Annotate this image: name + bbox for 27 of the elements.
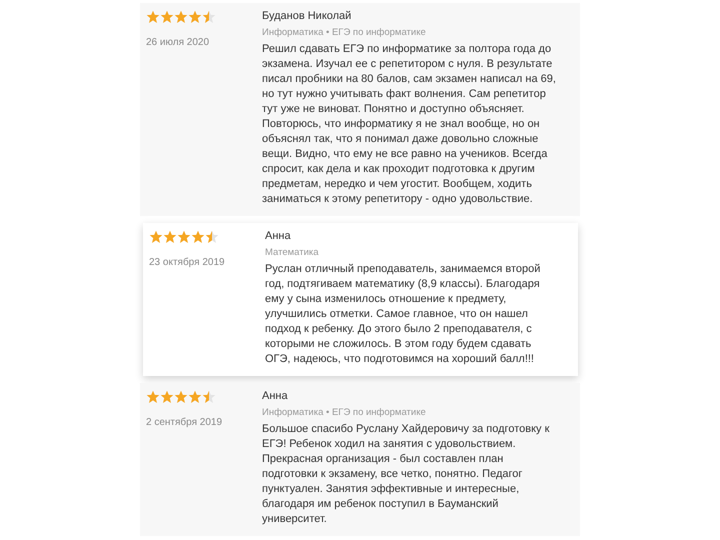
star-icon [202, 10, 216, 24]
review-text: Решил сдавать ЕГЭ по информатике за полтора года до экзамена. Изучал ее с репетитором с нуля. В результате писал пробники на 80 балов, сам экзамен написал на 69, но тут нужно учитывать факт волнения. Сам репетитор тут уже не виноват. Понятно и доступно объясняет. Повторюсь, что информатику я не знал вообще, но он объяснял так, что я понимал даже довольно сложные вещи. Видно, что ему не все равно на учеников. Всегда спросит, как дела и как проходит подготовка к другим предметам, нередко и чем угостит. Вообщем, ходить заниматься к этому репетитору - одно удовольствие. [262, 42, 556, 207]
subject-tags: Информатика • ЕГЭ по информатике [262, 26, 556, 40]
star-icon [191, 230, 205, 244]
star-icon [146, 390, 160, 404]
star-icon [174, 10, 188, 24]
star-icon [205, 230, 219, 244]
star-icon [174, 390, 188, 404]
star-icon [188, 390, 202, 404]
author-name: Буданов Николай [262, 9, 352, 24]
star-icon [149, 230, 163, 244]
star-icon [202, 390, 216, 404]
author-name: Анна [265, 229, 292, 244]
review-text: Руслан отличный преподаватель, занимаемся второй год, подтягиваем математику (8,9 классы). Благодаря ему у сына изменилось отношение к предмету, улучшились отметки. Самое главное, что он нашел подход к ребенку. До этого было 2 преподавателя, с которыми не сложилось. В этом году будем сдавать ОГЭ, надеюсь, что подготовимся на хороший балл!!! [265, 262, 542, 367]
subject-tags: Информатика • ЕГЭ по информатике [262, 406, 556, 420]
star-icon [160, 390, 174, 404]
subject-tags: Математика [265, 246, 559, 260]
author-name: Анна [262, 389, 289, 404]
review-date: 26 июля 2020 [146, 37, 210, 48]
review-date: 2 сентября 2019 [146, 417, 224, 428]
review-date: 23 октября 2019 [149, 257, 226, 268]
star-icon [160, 10, 174, 24]
star-icon [188, 10, 202, 24]
star-icon [146, 10, 160, 24]
star-icon [177, 230, 191, 244]
review-text: Большое спасибо Руслану Хайдеровичу за подготовку к ЕГЭ! Ребенок ходил на занятия с удовольствием. Прекрасная организация - был составлен план подготовки к экзамену, все четко, понятно. Педагог пунктуален. Занятия эффективные и интересные, благодаря им ребенок поступил в Бауманский университет. [262, 422, 550, 527]
star-icon [163, 230, 177, 244]
